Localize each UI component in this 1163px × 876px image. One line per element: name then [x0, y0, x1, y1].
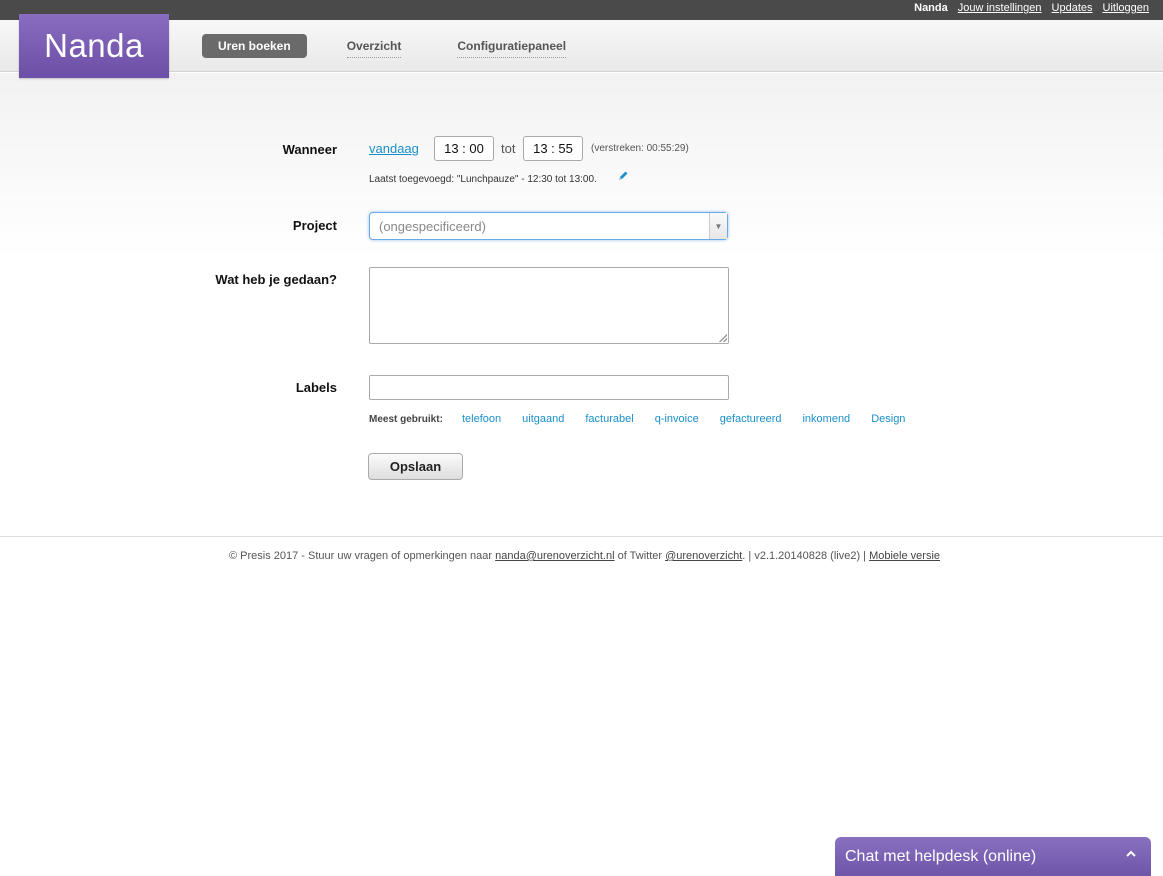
- date-link[interactable]: vandaag: [369, 141, 419, 156]
- user-links: Nanda Jouw instellingen Updates Uitlogge…: [914, 2, 1149, 14]
- footer-version: . | v2.1.20140828 (live2) |: [742, 550, 870, 562]
- labels-label: Labels: [295, 380, 337, 395]
- most-used-label: Meest gebruikt:: [369, 414, 443, 425]
- chat-helpdesk-button[interactable]: Chat met helpdesk (online): [835, 837, 1151, 876]
- tag-inkomend[interactable]: inkomend: [802, 413, 850, 425]
- footer-prefix: © Presis 2017 - Stuur uw vragen of opmer…: [229, 550, 496, 562]
- elapsed-time: (verstreken: 00:55:29): [591, 143, 689, 154]
- to-text: tot: [501, 141, 516, 156]
- updates-link[interactable]: Updates: [1052, 2, 1093, 14]
- settings-link[interactable]: Jouw instellingen: [958, 2, 1042, 14]
- tag-uitgaand[interactable]: uitgaand: [522, 413, 564, 425]
- labels-input[interactable]: [369, 375, 729, 400]
- logout-link[interactable]: Uitloggen: [1103, 2, 1149, 14]
- project-select[interactable]: (ongespecificeerd) ▼: [369, 212, 728, 240]
- twitter-link[interactable]: @urenoverzicht: [665, 550, 742, 562]
- tag-list: telefoon uitgaand facturabel q-invoice g…: [462, 413, 926, 425]
- tag-q-invoice[interactable]: q-invoice: [655, 413, 699, 425]
- project-value: (ongespecificeerd): [379, 219, 486, 234]
- when-label: Wanneer: [282, 142, 337, 157]
- chevron-down-icon: ▼: [709, 213, 727, 239]
- tab-configuratiepaneel[interactable]: Configuratiepaneel: [457, 35, 567, 58]
- chat-label: Chat met helpdesk (online): [845, 848, 1037, 865]
- footer-middle: of Twitter: [614, 550, 666, 562]
- pencil-icon[interactable]: [617, 170, 629, 182]
- tag-gefactureerd[interactable]: gefactureerd: [720, 413, 782, 425]
- save-button[interactable]: Opslaan: [368, 453, 463, 480]
- mobile-version-link[interactable]: Mobiele versie: [869, 550, 940, 562]
- last-added-text: Laatst toegevoegd: "Lunchpauze" - 12:30 …: [369, 174, 597, 185]
- tag-telefoon[interactable]: telefoon: [462, 413, 501, 425]
- tag-facturabel[interactable]: facturabel: [585, 413, 633, 425]
- top-bar: Nanda Jouw instellingen Updates Uitlogge…: [0, 0, 1163, 20]
- user-name: Nanda: [914, 2, 948, 14]
- tab-uren-boeken[interactable]: Uren boeken: [202, 34, 307, 58]
- main-nav: Uren boeken Overzicht Configuratiepaneel: [202, 34, 592, 58]
- what-label: Wat heb je gedaan?: [215, 272, 337, 287]
- email-link[interactable]: nanda@urenoverzicht.nl: [495, 550, 614, 562]
- chevron-up-icon: [1126, 850, 1136, 857]
- project-label: Project: [292, 218, 337, 233]
- end-time-input[interactable]: 13 : 55: [523, 136, 583, 161]
- start-time-input[interactable]: 13 : 00: [434, 136, 494, 161]
- description-textarea[interactable]: [369, 267, 729, 344]
- footer: © Presis 2017 - Stuur uw vragen of opmer…: [229, 550, 940, 562]
- resize-grip-icon[interactable]: [719, 334, 727, 342]
- logo[interactable]: Nanda: [19, 14, 169, 78]
- tab-overzicht[interactable]: Overzicht: [346, 35, 402, 58]
- tag-design[interactable]: Design: [871, 413, 905, 425]
